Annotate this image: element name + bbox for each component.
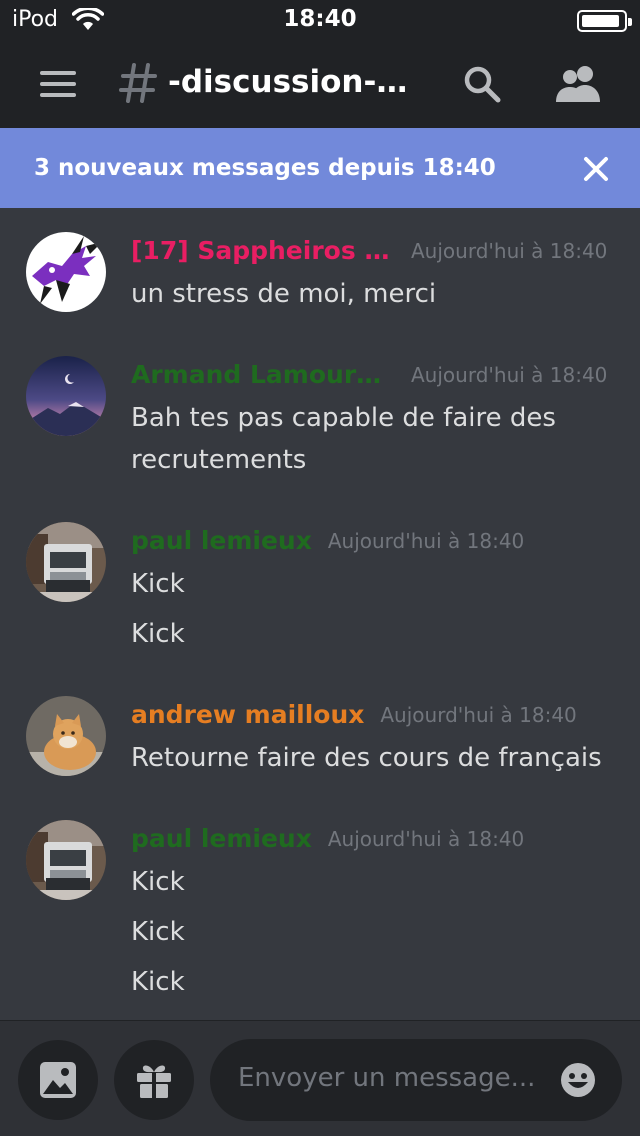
channel-name[interactable]: -discussion-hr... (168, 64, 418, 100)
menu-icon[interactable] (40, 71, 76, 97)
message-text: Retourne faire des cours de français (131, 743, 602, 773)
new-messages-text: 3 nouveaux messages depuis 18:40 (34, 155, 496, 181)
message-text: Kick (131, 867, 185, 897)
status-bar: iPod 18:40 (0, 0, 640, 40)
channel-header: -discussion-hr... (0, 40, 640, 128)
channel-hash-icon (119, 63, 157, 103)
avatar[interactable] (26, 232, 106, 312)
message-author[interactable]: paul lemieux (131, 526, 312, 555)
message-author[interactable]: andrew mailloux (131, 700, 364, 729)
message-text: recrutements (131, 445, 307, 475)
message-input[interactable]: Envoyer un message... (210, 1039, 622, 1121)
message-meta: paul lemieux Aujourd'hui à 18:40 (131, 824, 524, 858)
emoji-icon[interactable] (560, 1062, 596, 1098)
message-list: [17] Sappheiros P... Aujourd'hui à 18:40 … (0, 208, 640, 1020)
message-author[interactable]: [17] Sappheiros P... (131, 236, 395, 265)
message-meta: paul lemieux Aujourd'hui à 18:40 (131, 526, 524, 560)
message-input-placeholder: Envoyer un message... (238, 1063, 536, 1093)
image-icon (40, 1062, 76, 1098)
message-meta: [17] Sappheiros P... Aujourd'hui à 18:40 (131, 236, 607, 270)
avatar[interactable] (26, 820, 106, 900)
message-text: Kick (131, 917, 185, 947)
message-timestamp: Aujourd'hui à 18:40 (380, 703, 577, 727)
message-author[interactable]: paul lemieux (131, 824, 312, 853)
close-icon[interactable] (582, 155, 610, 183)
message-meta: Armand Lamoure... Aujourd'hui à 18:40 (131, 360, 607, 394)
message-timestamp: Aujourd'hui à 18:40 (411, 363, 608, 387)
message-timestamp: Aujourd'hui à 18:40 (411, 239, 608, 263)
members-icon[interactable] (554, 64, 602, 104)
message-author[interactable]: Armand Lamoure... (131, 360, 395, 389)
clock: 18:40 (283, 6, 357, 32)
message-text: un stress de moi, merci (131, 279, 437, 309)
attach-image-button[interactable] (18, 1040, 98, 1120)
gift-icon (137, 1065, 171, 1098)
message-meta: andrew mailloux Aujourd'hui à 18:40 (131, 700, 577, 734)
avatar[interactable] (26, 696, 106, 776)
gift-button[interactable] (114, 1040, 194, 1120)
avatar[interactable] (26, 356, 106, 436)
search-icon[interactable] (462, 64, 502, 104)
message-timestamp: Aujourd'hui à 18:40 (327, 827, 525, 851)
new-messages-banner[interactable]: 3 nouveaux messages depuis 18:40 (0, 128, 640, 208)
message-composer: Envoyer un message... (0, 1020, 640, 1136)
battery-icon (577, 10, 632, 32)
message-text: Kick (131, 569, 185, 599)
message-text: Kick (131, 967, 185, 997)
avatar[interactable] (26, 522, 106, 602)
message-timestamp: Aujourd'hui à 18:40 (327, 529, 525, 553)
message-text: Kick (131, 619, 185, 649)
message-text: Bah tes pas capable de faire des (131, 403, 556, 433)
